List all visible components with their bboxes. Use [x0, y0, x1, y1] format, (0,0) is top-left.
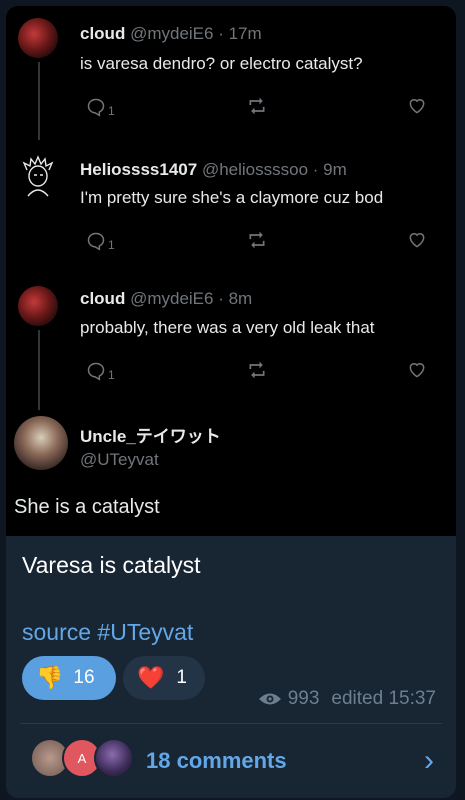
avatar: [18, 154, 58, 197]
like-action: [406, 230, 428, 250]
tweet-actions: 1: [86, 360, 436, 382]
reply-icon: [87, 232, 105, 251]
comments-button[interactable]: A 18 comments ›: [6, 734, 456, 790]
tweet-author: Heliossss1407 @heliossssoo · 9m: [80, 160, 347, 179]
message-meta: 993 edited 15:37: [258, 688, 436, 710]
reaction-thumbs-down[interactable]: 👎 16: [22, 656, 116, 700]
tweet-text: She is a catalyst: [14, 496, 160, 518]
heart-icon: [409, 233, 425, 248]
retweet-action: [246, 96, 268, 116]
thread-line: [38, 62, 40, 140]
tweet-author: cloud @mydeiE6 · 8m: [80, 289, 253, 308]
reply-action: 1: [86, 360, 115, 382]
tweet-text: is varesa dendro? or electro catalyst?: [80, 54, 363, 73]
comments-count-label: 18 comments: [146, 748, 287, 773]
message-bubble: cloud @mydeiE6 · 17m is varesa dendro? o…: [6, 6, 456, 798]
heart-icon: [409, 363, 425, 378]
heart-icon: ❤️: [137, 665, 165, 690]
commenter-avatar: [94, 738, 134, 778]
sketch-avatar-icon: [22, 155, 54, 197]
avatar: [18, 286, 58, 326]
tweet-author: Uncle_テイワット: [80, 427, 221, 446]
retweet-icon: [249, 231, 265, 249]
retweet-action: [246, 230, 268, 250]
tweet-author: cloud @mydeiE6 · 17m: [80, 24, 262, 43]
reaction-heart[interactable]: ❤️ 1: [123, 656, 205, 700]
chevron-right-icon: ›: [424, 744, 434, 777]
avatar: [18, 18, 58, 58]
tweet-text: I'm pretty sure she's a claymore cuz bod: [80, 188, 384, 207]
reply-action: 1: [86, 230, 115, 252]
tweet-screenshot[interactable]: cloud @mydeiE6 · 17m is varesa dendro? o…: [6, 6, 456, 536]
reaction-count: 16: [73, 667, 95, 688]
reaction-count: 1: [176, 667, 187, 688]
edited-timestamp: edited 15:37: [331, 688, 436, 709]
like-action: [406, 360, 428, 380]
divider: [20, 723, 442, 724]
tweet-actions: 1: [86, 96, 436, 118]
retweet-icon: [249, 361, 265, 379]
reply-icon: [87, 362, 105, 381]
retweet-action: [246, 360, 268, 380]
like-action: [406, 96, 428, 116]
eye-icon: [258, 693, 281, 705]
tweet-actions: 1: [86, 230, 436, 252]
view-count: 993: [287, 688, 320, 709]
source-hashtag-link[interactable]: source #UTeyvat: [22, 619, 193, 646]
retweet-icon: [249, 97, 265, 115]
avatar: [14, 416, 68, 470]
tweet-text: probably, there was a very old leak that: [80, 318, 375, 337]
reply-icon: [87, 98, 105, 117]
reply-action: 1: [86, 96, 115, 118]
thumbs-down-icon: 👎: [36, 665, 64, 690]
heart-icon: [409, 99, 425, 114]
thread-line: [38, 330, 40, 410]
tweet-handle: @UTeyvat: [80, 450, 159, 469]
message-caption: Varesa is catalyst: [22, 552, 201, 578]
